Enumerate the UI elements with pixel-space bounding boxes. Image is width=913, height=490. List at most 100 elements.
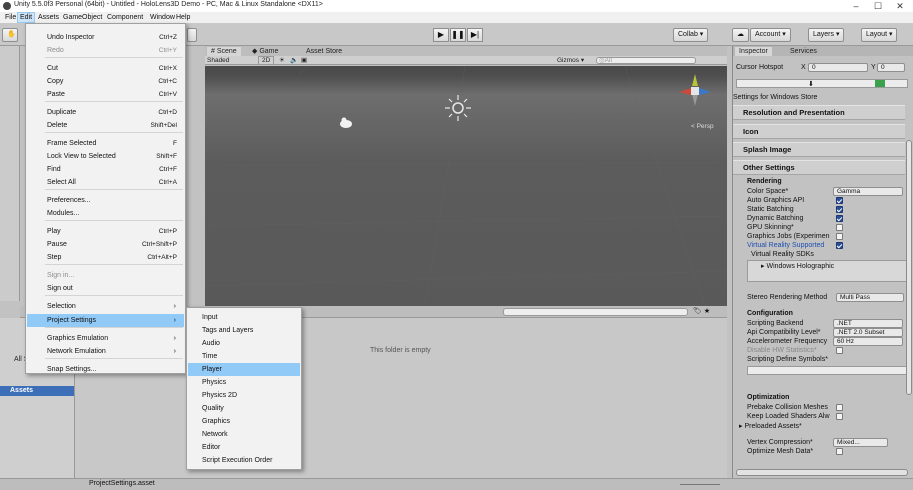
prebake-checkbox[interactable]	[836, 404, 843, 411]
api-compat-dropdown[interactable]: .NET 2.0 Subset	[833, 328, 903, 337]
submenu-item-network[interactable]: Network	[188, 428, 300, 441]
edit-menu-item-selection[interactable]: Selection ›	[27, 300, 184, 313]
close-button[interactable]: ✕	[889, 0, 911, 12]
edit-menu-item-find[interactable]: Find Ctrl+F	[27, 163, 184, 176]
tab-asset-store[interactable]: Asset Store	[302, 47, 346, 56]
pause-button[interactable]: ❚❚	[450, 28, 466, 42]
layout-dropdown[interactable]: Layout ▾	[861, 28, 898, 42]
optimize-mesh-checkbox[interactable]	[836, 448, 843, 455]
static-batching-checkbox[interactable]	[836, 206, 843, 213]
edit-menu-item-copy[interactable]: Copy Ctrl+C	[27, 75, 184, 88]
edit-menu-item-duplicate[interactable]: Duplicate Ctrl+D	[27, 106, 184, 119]
edit-menu-item-modules[interactable]: Modules...	[27, 207, 184, 220]
preloaded-assets-foldout[interactable]: ▸ Preloaded Assets*	[739, 422, 802, 430]
hotspot-x-field[interactable]: 0	[808, 63, 868, 72]
lighting-icon[interactable]: ☀	[279, 56, 285, 65]
submenu-item-graphics[interactable]: Graphics	[188, 415, 300, 428]
windows-store-platform-icon[interactable]	[875, 80, 885, 87]
edit-menu-item-graphics-emulation[interactable]: Graphics Emulation ›	[27, 332, 184, 345]
account-dropdown[interactable]: Account ▾	[750, 28, 791, 42]
edit-menu-item-play[interactable]: Play Ctrl+P	[27, 225, 184, 238]
pivot-toggle[interactable]	[187, 28, 197, 42]
menu-edit[interactable]: Edit	[17, 12, 36, 23]
scripting-backend-dropdown[interactable]: .NET	[833, 319, 903, 328]
edit-menu-item-step[interactable]: Step Ctrl+Alt+P	[27, 251, 184, 264]
section-icon[interactable]: Icon	[733, 124, 905, 139]
edit-menu-item-preferences[interactable]: Preferences...	[27, 194, 184, 207]
project-filter-icons[interactable]: 🏷 ★	[693, 307, 710, 315]
dynamic-batching-checkbox[interactable]	[836, 215, 843, 222]
accel-freq-dropdown[interactable]: 60 Hz	[833, 337, 903, 346]
submenu-item-audio[interactable]: Audio	[188, 337, 300, 350]
define-symbols-input[interactable]	[747, 366, 907, 375]
edit-menu-item-pause[interactable]: Pause Ctrl+Shift+P	[27, 238, 184, 251]
download-icon[interactable]: ⬇	[808, 80, 814, 88]
shading-mode-dropdown[interactable]: Shaded	[207, 56, 229, 65]
tab-game[interactable]: ◆ Game	[248, 47, 282, 56]
icon-size-slider[interactable]	[680, 484, 720, 485]
menu-assets[interactable]: Assets	[36, 12, 61, 23]
perspective-label[interactable]: < Persp	[691, 123, 714, 130]
audio-icon[interactable]: 🔈	[290, 56, 298, 65]
maximize-button[interactable]: ☐	[867, 0, 889, 12]
layers-dropdown[interactable]: Layers ▾	[808, 28, 845, 42]
tab-services[interactable]: Services	[786, 47, 821, 56]
effects-icon[interactable]: ▣	[301, 56, 307, 65]
minimize-button[interactable]: –	[845, 0, 867, 12]
hand-tool-icon[interactable]: ✋	[2, 28, 18, 42]
play-button[interactable]: ▶	[433, 28, 449, 42]
disable-hw-checkbox[interactable]	[836, 347, 843, 354]
scene-orientation-gizmo[interactable]	[675, 70, 715, 110]
vr-supported-checkbox[interactable]	[836, 242, 843, 249]
2d-toggle[interactable]: 2D	[258, 56, 275, 65]
keep-loaded-checkbox[interactable]	[836, 413, 843, 420]
graphics-jobs-checkbox[interactable]	[836, 233, 843, 240]
edit-menu-item-frame-selected[interactable]: Frame Selected F	[27, 137, 184, 150]
stereo-method-dropdown[interactable]: Multi Pass	[836, 293, 904, 302]
edit-menu-item-delete[interactable]: Delete Shift+Del	[27, 119, 184, 132]
submenu-item-script-execution-order[interactable]: Script Execution Order	[188, 454, 300, 467]
submenu-item-editor[interactable]: Editor	[188, 441, 300, 454]
hierarchy-panel[interactable]	[0, 46, 20, 301]
menu-component[interactable]: Component	[105, 12, 145, 23]
submenu-item-physics-2d[interactable]: Physics 2D	[188, 389, 300, 402]
edit-menu-item-sign-in[interactable]: Sign in...	[27, 269, 184, 282]
tab-inspector[interactable]: Inspector	[735, 47, 772, 56]
submenu-item-input[interactable]: Input	[188, 311, 300, 324]
vertex-compression-dropdown[interactable]: Mixed...	[833, 438, 888, 447]
menu-window[interactable]: Window	[148, 12, 177, 23]
edit-menu-item-network-emulation[interactable]: Network Emulation ›	[27, 345, 184, 358]
assets-folder-item[interactable]: Assets	[0, 386, 74, 396]
edit-menu-item-snap-settings[interactable]: Snap Settings...	[27, 363, 184, 376]
color-space-dropdown[interactable]: Gamma	[833, 187, 903, 196]
section-other-settings[interactable]: Other Settings	[733, 160, 905, 175]
edit-menu-item-paste[interactable]: Paste Ctrl+V	[27, 88, 184, 101]
auto-graphics-checkbox[interactable]	[836, 197, 843, 204]
menu-help[interactable]: Help	[174, 12, 192, 23]
menu-file[interactable]: File	[3, 12, 18, 23]
inspector-horizontal-scrollbar[interactable]	[736, 469, 908, 476]
submenu-item-time[interactable]: Time	[188, 350, 300, 363]
windows-holographic-item[interactable]: ▸ Windows Holographic	[761, 262, 834, 270]
edit-menu-item-lock-view[interactable]: Lock View to Selected Shift+F	[27, 150, 184, 163]
submenu-item-quality[interactable]: Quality	[188, 402, 300, 415]
menu-gameobject[interactable]: GameObject	[61, 12, 104, 23]
gizmos-dropdown[interactable]: Gizmos ▾	[557, 56, 584, 65]
project-search-input[interactable]	[503, 308, 688, 316]
edit-menu-item-redo[interactable]: Redo Ctrl+Y	[27, 44, 184, 57]
edit-menu-item-project-settings[interactable]: Project Settings ›	[27, 314, 184, 327]
collab-button[interactable]: Collab ▾	[673, 28, 709, 42]
submenu-item-physics[interactable]: Physics	[188, 376, 300, 389]
cloud-icon[interactable]: ☁	[732, 28, 749, 42]
section-splash[interactable]: Splash Image	[733, 142, 905, 157]
submenu-item-tags-and-layers[interactable]: Tags and Layers	[188, 324, 300, 337]
section-resolution[interactable]: Resolution and Presentation	[733, 105, 905, 120]
edit-menu-item-select-all[interactable]: Select All Ctrl+A	[27, 176, 184, 189]
scene-view[interactable]: < Persp	[205, 66, 727, 306]
scene-search-input[interactable]: ◎All	[596, 57, 696, 64]
edit-menu-item-sign-out[interactable]: Sign out	[27, 282, 184, 295]
edit-menu-item-undo[interactable]: Undo Inspector Ctrl+Z	[27, 31, 184, 44]
directional-light-icon[interactable]	[443, 93, 473, 123]
hotspot-y-field[interactable]: 0	[877, 63, 905, 72]
camera-icon[interactable]	[338, 117, 354, 129]
